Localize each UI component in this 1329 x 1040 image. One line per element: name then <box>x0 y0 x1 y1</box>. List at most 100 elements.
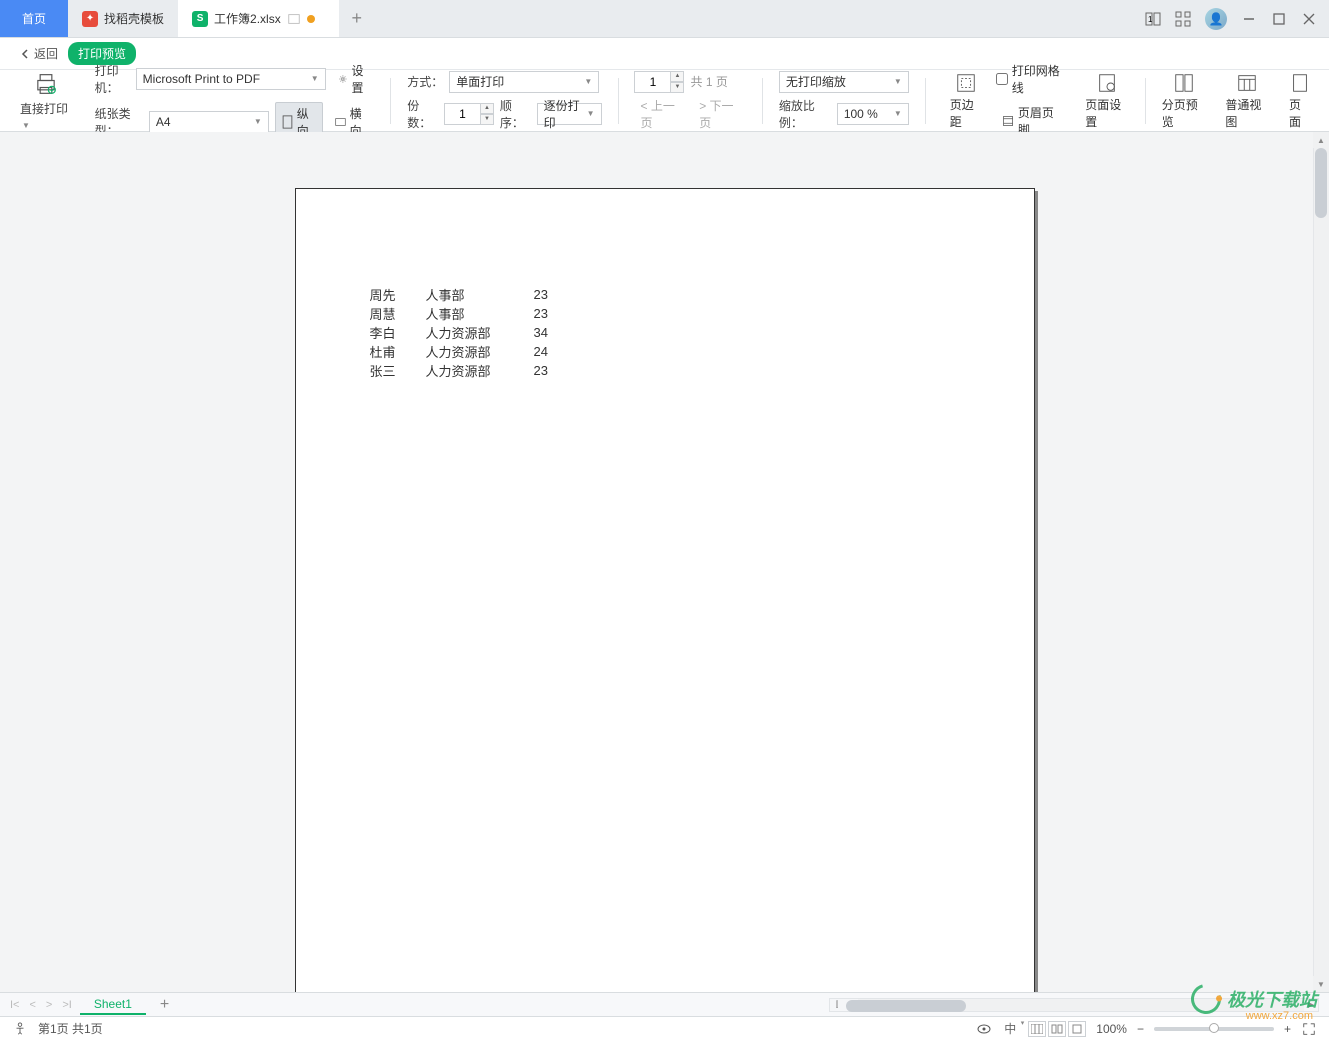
page-down[interactable]: ▼ <box>670 82 684 93</box>
ratio-dropdown[interactable]: 100 %▼ <box>837 103 909 125</box>
printer-dropdown[interactable]: Microsoft Print to PDF▼ <box>136 68 326 90</box>
user-avatar[interactable]: 👤 <box>1205 8 1227 30</box>
status-bar: 第1页 共1页 中▾ 100% − + <box>0 1016 1329 1040</box>
table-row: 周慧人事部23 <box>366 304 552 323</box>
h-scroll-thumb[interactable] <box>846 1000 966 1012</box>
margins-button[interactable]: 页边距 <box>942 70 990 132</box>
normal-view-button[interactable]: 普通视图 <box>1217 70 1277 132</box>
margins-group: 页边距 打印网格线 页眉页脚 <box>934 62 1074 140</box>
view-normal-button[interactable] <box>1028 1021 1046 1037</box>
tab-template-label: 找稻壳模板 <box>104 10 164 27</box>
copies-up[interactable]: ▲ <box>480 103 494 114</box>
tab-active-file[interactable]: S 工作簿2.xlsx <box>178 0 339 37</box>
table-row: 周先人事部23 <box>366 285 552 304</box>
page-spinner[interactable]: ▲▼ <box>634 71 684 93</box>
maximize-button[interactable] <box>1271 11 1287 27</box>
tab-home[interactable]: 首页 <box>0 0 68 37</box>
scroll-up-arrow[interactable]: ▲ <box>1313 132 1329 148</box>
order-value: 逐份打印 <box>544 97 583 131</box>
mode-label: 方式： <box>407 73 443 90</box>
cell-val: 34 <box>530 323 552 342</box>
sheet-bar: І< < > >І Sheet1 + ⫿ ◀ ▶ <box>0 992 1329 1016</box>
ime-icon[interactable]: 中▾ <box>1002 1021 1018 1037</box>
page-setup-icon <box>1096 72 1118 94</box>
eye-icon[interactable] <box>976 1021 992 1037</box>
table-row: 李白人力资源部34 <box>366 323 552 342</box>
horizontal-scrollbar[interactable]: ⫿ ◀ ▶ <box>829 998 1319 1012</box>
ribbon-toolbar: 直接打印▼ 打印机： Microsoft Print to PDF▼ 设置 纸张… <box>0 70 1329 132</box>
zoom-value: 100% <box>1096 1022 1127 1036</box>
sheet-nav: І< < > >І <box>10 999 72 1011</box>
apps-icon[interactable] <box>1175 11 1191 27</box>
direct-print-button[interactable]: 直接打印▼ <box>10 68 83 133</box>
fullscreen-icon[interactable] <box>1301 1021 1317 1037</box>
sheet-first[interactable]: І< <box>10 999 19 1011</box>
cell-val: 24 <box>530 342 552 361</box>
sheet-prev[interactable]: < <box>29 999 35 1011</box>
sheet-next[interactable]: > <box>46 999 52 1011</box>
copies-label: 份数： <box>407 97 438 131</box>
settings-label: 设置 <box>352 62 369 96</box>
close-button[interactable] <box>1301 11 1317 27</box>
chevron-left-icon <box>20 49 30 59</box>
scroll-thumb[interactable] <box>1315 148 1327 218</box>
header-footer-icon <box>1002 114 1014 128</box>
accessibility-icon[interactable] <box>12 1021 28 1037</box>
add-sheet-button[interactable]: + <box>154 996 175 1014</box>
separator <box>762 78 763 124</box>
print-mode-group: 方式： 单面打印▼ 份数： ▲▼ 顺序： 逐份打印▼ <box>399 71 609 131</box>
cell-dept: 人力资源部 <box>422 323 530 342</box>
scroll-split[interactable]: ⫿ <box>830 999 844 1011</box>
cell-val: 23 <box>530 285 552 304</box>
sheet-icon: S <box>192 11 208 27</box>
order-dropdown[interactable]: 逐份打印▼ <box>537 103 602 125</box>
sheet-name: Sheet1 <box>94 997 132 1011</box>
page-break-icon <box>1173 72 1195 94</box>
paper-value: A4 <box>156 115 171 129</box>
view-layout-button[interactable] <box>1068 1021 1086 1037</box>
layout-icon[interactable]: 1 <box>1145 11 1161 27</box>
gridlines-checkbox[interactable]: 打印网格线 <box>996 62 1065 96</box>
copies-spinner[interactable]: ▲▼ <box>444 103 494 125</box>
prev-page-button[interactable]: < 上一页 <box>634 97 687 131</box>
cell-val: 23 <box>530 361 552 380</box>
settings-button[interactable]: 设置 <box>332 60 375 98</box>
tab-template[interactable]: ✦ 找稻壳模板 <box>68 0 178 37</box>
zoom-handle[interactable] <box>1209 1023 1219 1033</box>
sheet-last[interactable]: >І <box>62 999 71 1011</box>
copies-down[interactable]: ▼ <box>480 114 494 125</box>
minimize-button[interactable] <box>1241 11 1257 27</box>
ratio-value: 100 % <box>844 107 878 121</box>
new-tab-button[interactable]: + <box>339 0 375 37</box>
page-nav-group: ▲▼ 共 1 页 < 上一页 > 下一页 <box>626 71 753 131</box>
page-setup-button[interactable]: 页面设置 <box>1077 70 1137 132</box>
zoom-in-button[interactable]: + <box>1284 1022 1291 1036</box>
mode-dropdown[interactable]: 单面打印▼ <box>449 71 599 93</box>
page-layout-icon <box>1289 72 1311 94</box>
scroll-right-arrow[interactable]: ▶ <box>1304 999 1318 1011</box>
next-page-button[interactable]: > 下一页 <box>693 97 746 131</box>
scale-group: 无打印缩放▼ 缩放比例： 100 %▼ <box>771 71 917 131</box>
tab-window-icon[interactable] <box>287 12 301 26</box>
cell-name: 周慧 <box>366 304 422 323</box>
scroll-down-arrow[interactable]: ▼ <box>1313 976 1329 992</box>
printer-value: Microsoft Print to PDF <box>143 72 260 86</box>
separator <box>390 78 391 124</box>
zoom-out-button[interactable]: − <box>1137 1022 1144 1036</box>
copies-input[interactable] <box>444 103 480 125</box>
page-input[interactable] <box>634 71 670 93</box>
zoom-slider[interactable] <box>1154 1027 1274 1031</box>
page-break-preview-button[interactable]: 分页预览 <box>1154 70 1214 132</box>
page-layout-button[interactable]: 页面 <box>1281 70 1319 132</box>
vertical-scrollbar[interactable]: ▲ ▼ <box>1313 132 1329 992</box>
back-button[interactable]: 返回 <box>20 45 58 62</box>
title-right-controls: 1 👤 <box>1133 0 1329 37</box>
preview-area: 周先人事部23 周慧人事部23 李白人力资源部34 杜甫人力资源部24 张三人力… <box>0 132 1329 992</box>
page-up[interactable]: ▲ <box>670 71 684 82</box>
gridlines-input[interactable] <box>996 73 1008 85</box>
paper-dropdown[interactable]: A4▼ <box>149 111 269 133</box>
scale-dropdown[interactable]: 无打印缩放▼ <box>779 71 909 93</box>
sheet-tab-active[interactable]: Sheet1 <box>80 995 146 1015</box>
margins-icon <box>955 72 977 94</box>
view-page-button[interactable] <box>1048 1021 1066 1037</box>
